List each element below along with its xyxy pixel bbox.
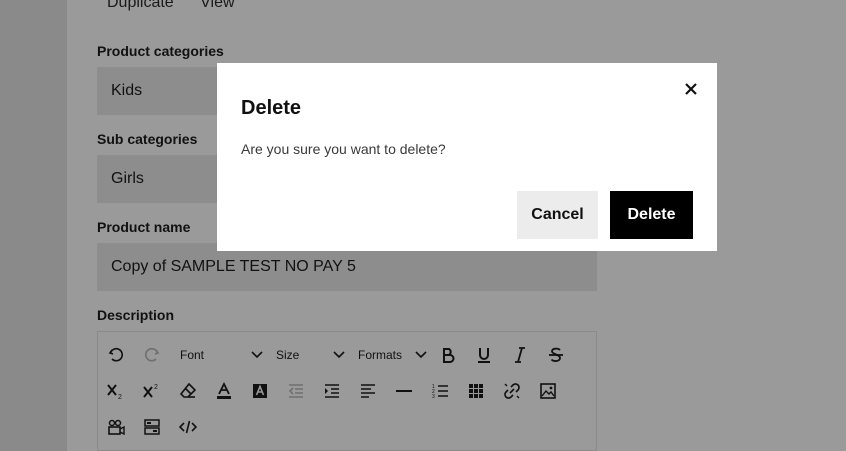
modal-message: Are you sure you want to delete? (241, 141, 446, 157)
modal-title: Delete (241, 97, 302, 119)
close-icon[interactable] (679, 77, 703, 101)
delete-modal: Delete Are you sure you want to delete? … (217, 63, 717, 251)
delete-button[interactable]: Delete (610, 191, 693, 239)
cancel-button[interactable]: Cancel (517, 191, 598, 239)
